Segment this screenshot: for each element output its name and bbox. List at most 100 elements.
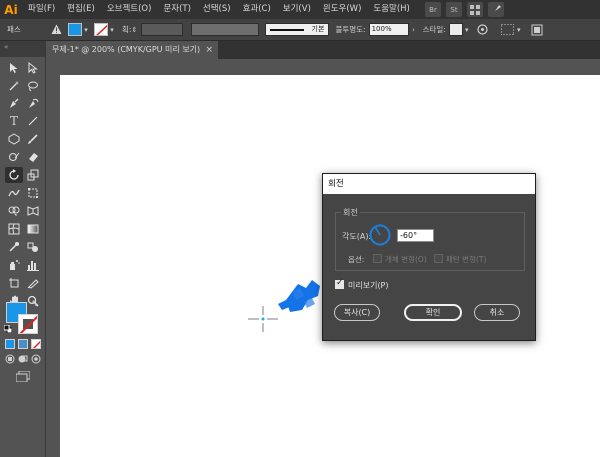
menu-type[interactable]: 문자(T): [157, 0, 196, 19]
menu-effect[interactable]: 효과(C): [237, 0, 277, 19]
menu-help[interactable]: 도움말(H): [367, 0, 415, 19]
warp-icon[interactable]: [5, 185, 23, 201]
chevron-down-icon[interactable]: ▾: [108, 26, 116, 34]
screen-mode-icon[interactable]: [15, 370, 31, 383]
free-transform-icon[interactable]: [24, 185, 42, 201]
perspective-icon[interactable]: [24, 203, 42, 219]
default-colors-icon[interactable]: [3, 324, 13, 334]
fill-color-swatch[interactable]: [68, 23, 82, 36]
menu-window[interactable]: 윈도우(W): [317, 0, 368, 19]
stroke-swatch[interactable]: [18, 314, 38, 334]
transform-patterns-checkbox[interactable]: [434, 254, 443, 263]
stroke-weight-field[interactable]: [141, 23, 184, 36]
bridge-button[interactable]: Br: [425, 2, 441, 17]
pen-icon[interactable]: [5, 96, 23, 112]
blend-icon[interactable]: [24, 239, 42, 255]
menu-file[interactable]: 파일(F): [22, 0, 61, 19]
stroke-line-preview: [270, 29, 305, 31]
opacity-value: 100%: [371, 25, 392, 33]
variable-width-field[interactable]: [191, 23, 260, 36]
chevron-down-icon[interactable]: ▾: [82, 26, 90, 34]
shaper-icon[interactable]: [5, 149, 23, 165]
menu-view[interactable]: 보기(V): [277, 0, 317, 19]
eraser-icon[interactable]: [24, 149, 42, 165]
shape-builder-icon[interactable]: [5, 203, 23, 219]
line-icon[interactable]: [24, 113, 42, 129]
menu-edit[interactable]: 편집(E): [61, 0, 101, 19]
artboard-icon[interactable]: [5, 275, 23, 291]
align-icon[interactable]: [500, 23, 515, 36]
warning-icon: [51, 24, 63, 36]
brush-definition-field[interactable]: 기본: [265, 23, 330, 36]
menu-select[interactable]: 선택(S): [197, 0, 237, 19]
style-label: 스타일:: [422, 25, 446, 34]
direct-selection-icon[interactable]: [24, 60, 42, 76]
collapse-icon[interactable]: «: [4, 43, 8, 51]
cancel-button[interactable]: 취소: [474, 304, 520, 321]
stroke-color-swatch[interactable]: [94, 23, 108, 36]
draw-normal-icon[interactable]: [5, 354, 15, 364]
chevron-down-icon[interactable]: ▾: [463, 26, 471, 34]
stroke-label: 획:: [122, 25, 132, 34]
gradient-mode-icon[interactable]: [18, 339, 28, 349]
menu-object[interactable]: 오브젝트(O): [101, 0, 158, 19]
eyedropper-icon[interactable]: [5, 239, 23, 255]
document-tab-bar: 무제-1* @ 200% (CMYK/GPU 미리 보기) ×: [46, 41, 600, 59]
rotate-group-title: 회전: [341, 207, 360, 218]
rotate-origin-crosshair[interactable]: [248, 306, 278, 332]
tools-panel-header: «: [0, 41, 45, 57]
stepper-icon[interactable]: ⇕: [131, 26, 139, 34]
preview-label: 미리보기(P): [348, 281, 389, 290]
draw-behind-icon[interactable]: [18, 354, 28, 364]
rotate-icon[interactable]: [5, 167, 23, 183]
type-icon[interactable]: T: [5, 113, 23, 129]
swap-fill-stroke-icon[interactable]: ↰: [31, 299, 38, 308]
paintbrush-icon[interactable]: [24, 131, 42, 147]
color-mode-icon[interactable]: [5, 339, 15, 349]
tools-panel: « T ↰: [0, 41, 46, 457]
selection-icon[interactable]: [5, 60, 23, 76]
angle-dial-icon[interactable]: [369, 224, 391, 246]
workspace-grid-icon[interactable]: [467, 2, 483, 17]
transform-objects-checkbox[interactable]: [373, 254, 382, 263]
preview-checkbox[interactable]: [335, 278, 344, 289]
gradient-icon[interactable]: [24, 221, 42, 237]
close-icon[interactable]: ×: [205, 41, 213, 59]
scale-icon[interactable]: [24, 167, 42, 183]
copy-button[interactable]: 복사(C): [334, 304, 380, 321]
lasso-icon[interactable]: [24, 78, 42, 94]
gpu-rocket-icon[interactable]: [488, 2, 504, 17]
control-bar: 패스 ▾ ▾ 획: ⇕ 기본 불투명도: 100% › 스타일: ▾ ▾: [0, 19, 600, 41]
dialog-title[interactable]: 회전: [323, 174, 535, 194]
angle-input[interactable]: -60°: [397, 229, 434, 242]
chevron-right-icon[interactable]: ›: [409, 26, 419, 34]
options-label: 옵션:: [348, 255, 365, 264]
document-tab[interactable]: 무제-1* @ 200% (CMYK/GPU 미리 보기) ×: [46, 41, 218, 59]
slice-icon[interactable]: [24, 275, 42, 291]
opacity-label: 불투명도:: [335, 25, 366, 34]
mesh-icon[interactable]: [5, 221, 23, 237]
draw-inside-icon[interactable]: [31, 354, 41, 364]
brush-style-label: 기본: [311, 25, 325, 33]
symbol-sprayer-icon[interactable]: [5, 257, 23, 273]
menu-bar-buttons: Br St: [425, 2, 504, 17]
none-mode-icon[interactable]: [31, 339, 41, 349]
opacity-field[interactable]: 100%: [368, 23, 409, 36]
transform-icon[interactable]: [531, 24, 545, 36]
selection-type-label: 패스: [7, 25, 21, 34]
ok-button[interactable]: 확인: [404, 304, 462, 321]
stock-button[interactable]: St: [446, 2, 462, 17]
angle-label: 각도(A):: [342, 232, 372, 241]
document-tab-title: 무제-1* @ 200% (CMYK/GPU 미리 보기): [52, 45, 201, 54]
rotate-dialog: 회전 회전 각도(A): -60° 옵션: 개체 변형(O) 패턴 변형(T) …: [322, 173, 536, 341]
chevron-down-icon[interactable]: ▾: [515, 26, 523, 34]
menu-bar: Ai 파일(F) 편집(E) 오브젝트(O) 문자(T) 선택(S) 효과(C)…: [0, 0, 600, 19]
magic-wand-icon[interactable]: [5, 78, 23, 94]
curvature-icon[interactable]: [24, 96, 42, 112]
graphic-style-swatch[interactable]: [448, 23, 463, 36]
transform-objects-label: 개체 변형(O): [385, 255, 427, 264]
rectangle-icon[interactable]: [5, 131, 23, 147]
app-logo: Ai: [4, 2, 18, 17]
recolor-artwork-icon[interactable]: [477, 23, 489, 36]
column-graph-icon[interactable]: [24, 257, 42, 273]
